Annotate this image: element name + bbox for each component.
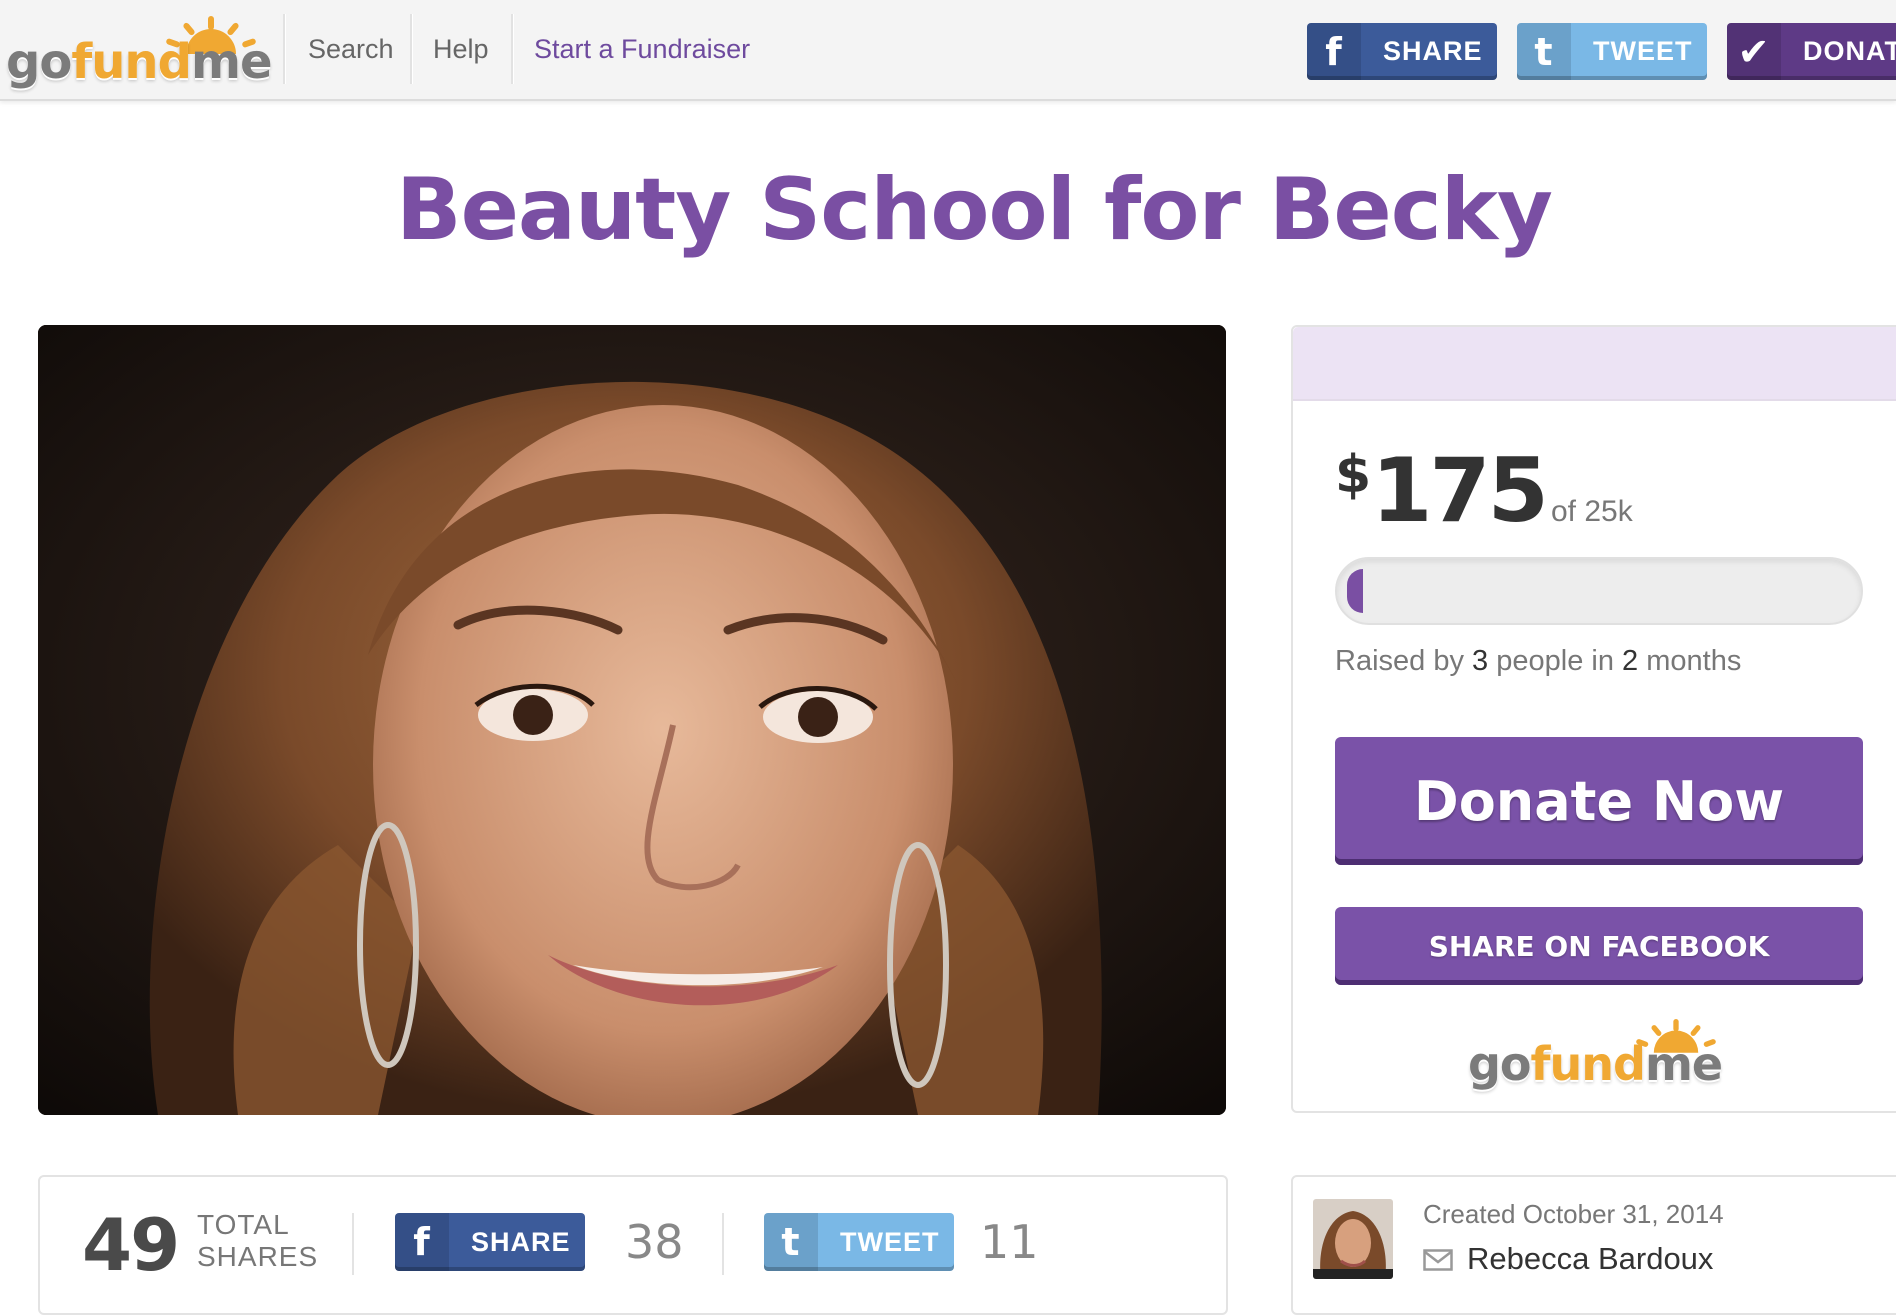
facebook-icon: f (395, 1213, 449, 1271)
total-shares-count: 49 (82, 1203, 180, 1287)
organizer-card: Created October 31, 2014 Rebecca Bardoux (1291, 1175, 1896, 1315)
header-donate-button[interactable]: ✔ DONATE (1727, 23, 1896, 80)
tweet-count: 11 (980, 1215, 1039, 1269)
share-label: SHARE (1383, 36, 1483, 66)
share-stats-bar: 49 TOTAL SHARES f SHARE 38 t TWEET 11 (38, 1175, 1228, 1315)
check-icon: ✔ (1727, 23, 1781, 80)
top-header: gofundme Search Help Start a Fundraiser … (0, 0, 1896, 101)
organizer-name[interactable]: Rebecca Bardoux (1467, 1241, 1713, 1277)
donate-label: DONATE (1803, 36, 1896, 66)
organizer-avatar[interactable] (1313, 1199, 1393, 1279)
facebook-share-count: 38 (625, 1215, 684, 1269)
months-suffix: months (1646, 645, 1742, 677)
nav-divider (410, 14, 413, 84)
total-label-line2: SHARES (197, 1241, 319, 1272)
mail-icon[interactable] (1423, 1249, 1453, 1271)
tweet-label: TWEET (840, 1226, 940, 1257)
raised-amount: 175 (1371, 439, 1549, 542)
sharebar-tweet-button[interactable]: t TWEET (764, 1213, 954, 1271)
months-count: 2 (1622, 645, 1639, 677)
created-date: Created October 31, 2014 (1423, 1199, 1724, 1229)
nav-search-link[interactable]: Search (308, 34, 394, 65)
progress-bar (1335, 557, 1863, 625)
tweet-label: TWEET (1593, 36, 1693, 66)
people-count: 3 (1472, 645, 1489, 677)
total-label-line1: TOTAL (197, 1209, 290, 1240)
campaign-title: Beauty School for Becky (396, 160, 1553, 260)
header-tweet-button[interactable]: t TWEET (1517, 23, 1707, 80)
people-suffix: people in (1496, 645, 1614, 677)
panel-gofundme-logo: gofundme (1468, 1017, 1728, 1097)
sharebar-facebook-share-button[interactable]: f SHARE (395, 1213, 585, 1271)
total-shares-label: TOTAL SHARES (197, 1209, 318, 1273)
sharebar-divider (352, 1213, 354, 1275)
currency-symbol: $ (1335, 445, 1372, 505)
header-facebook-share-button[interactable]: f SHARE (1307, 23, 1497, 80)
logo-wordmark: gofundme (1468, 1037, 1723, 1091)
twitter-icon: t (764, 1213, 818, 1271)
share-on-facebook-button[interactable]: SHARE ON FACEBOOK (1335, 907, 1863, 985)
sharebar-divider (722, 1213, 724, 1275)
nav-help-link[interactable]: Help (433, 34, 489, 65)
facebook-icon: f (1307, 23, 1361, 80)
panel-header (1293, 327, 1896, 401)
twitter-icon: t (1517, 23, 1571, 80)
goal-amount: of 25k (1550, 495, 1633, 528)
raised-by-text: Raised by 3 people in 2 months (1335, 645, 1741, 678)
progress-fill (1347, 569, 1363, 613)
logo-wordmark: gofundme (6, 34, 273, 90)
amount-raised: $175 of 25k (1335, 439, 1633, 542)
gofundme-logo[interactable]: gofundme (6, 14, 273, 90)
nav-start-fundraiser-link[interactable]: Start a Fundraiser (534, 34, 750, 65)
share-label: SHARE (471, 1226, 571, 1257)
nav-divider (511, 14, 514, 84)
donation-panel: $175 of 25k Raised by 3 people in 2 mont… (1291, 325, 1896, 1113)
donate-now-button[interactable]: Donate Now (1335, 737, 1863, 865)
nav-divider (283, 14, 286, 84)
raised-by-prefix: Raised by (1335, 645, 1464, 677)
campaign-photo (38, 325, 1226, 1115)
